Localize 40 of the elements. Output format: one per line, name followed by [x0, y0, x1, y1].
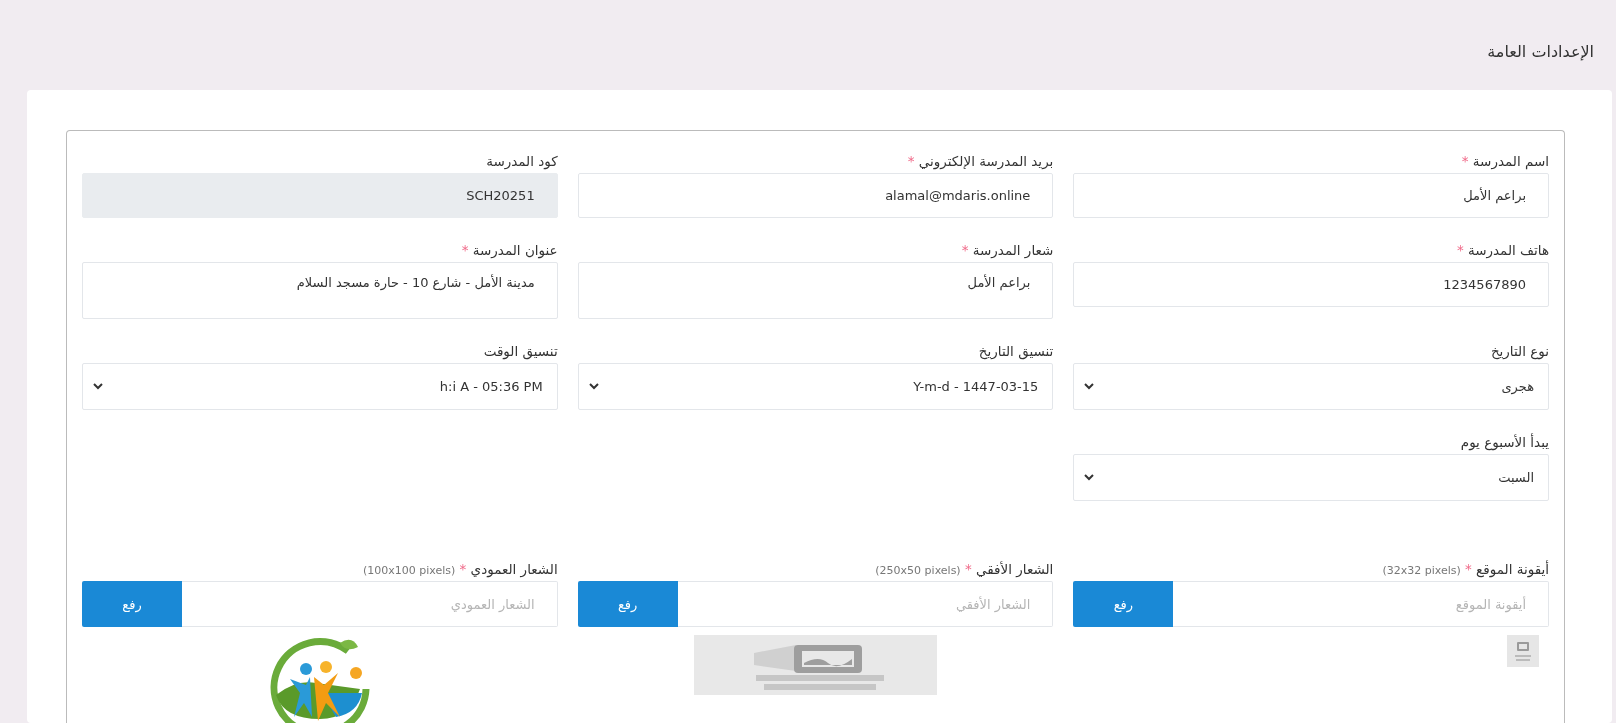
field-label: تنسيق التاريخ [977, 342, 1054, 361]
dropdown[interactable]: السبت [1073, 454, 1549, 501]
dropdown[interactable]: هجرى [1073, 363, 1549, 410]
required-mark: * [1465, 561, 1472, 577]
required-mark: * [459, 561, 467, 577]
field-label: عنوان المدرسة * [460, 241, 558, 260]
field-label: شعار المدرسة * [960, 241, 1054, 260]
required-mark: * [1461, 153, 1469, 169]
dropdown[interactable]: Y-m-d - 1447-03-15 [577, 363, 1054, 410]
text-field[interactable]: براعم الأمل [1073, 173, 1549, 218]
chevron-down-icon [93, 383, 103, 390]
upload-button[interactable]: رفع [1073, 581, 1174, 627]
field-label: يبدأ الأسبوع يوم [1459, 432, 1549, 452]
size-hint: (250x50 pixels) [875, 564, 961, 577]
chevron-down-icon [1084, 474, 1095, 481]
text-area[interactable]: مدينة الأمل - شارع 10 - حارة مسجد السلام [82, 262, 558, 319]
required-mark: * [461, 242, 469, 258]
field-label: تنسيق الوقت [482, 342, 558, 361]
text-field[interactable]: 1234567890 [1073, 262, 1549, 307]
size-hint: (32x32 pixels) [1382, 564, 1461, 577]
upload-button[interactable]: رفع [577, 581, 678, 627]
image-thumbnail-icon [1507, 635, 1539, 667]
page-title: الإعدادات العامة [1486, 41, 1595, 63]
text-field[interactable]: alamal@mdaris.online [577, 173, 1054, 218]
field-label: كود المدرسة [485, 152, 558, 171]
field-label: نوع التاريخ [1489, 342, 1549, 361]
field-label: هاتف المدرسة * [1455, 241, 1549, 260]
size-hint: (100x100 pixels) [362, 564, 456, 577]
chevron-down-icon [588, 383, 599, 390]
text-area[interactable]: براعم الأمل [577, 262, 1054, 319]
required-mark: * [1456, 242, 1464, 258]
dropdown[interactable]: h:i A - 05:36 PM [82, 363, 558, 410]
chevron-down-icon [1084, 383, 1095, 390]
field-label: اسم المدرسة * [1460, 152, 1549, 171]
required-mark: * [907, 153, 915, 169]
upload-button[interactable]: رفع [82, 581, 182, 627]
required-mark: * [964, 561, 972, 577]
readonly-field: SCH20251 [82, 173, 558, 218]
field-label: بريد المدرسة الإلكتروني * [906, 152, 1054, 171]
required-mark: * [961, 242, 969, 258]
